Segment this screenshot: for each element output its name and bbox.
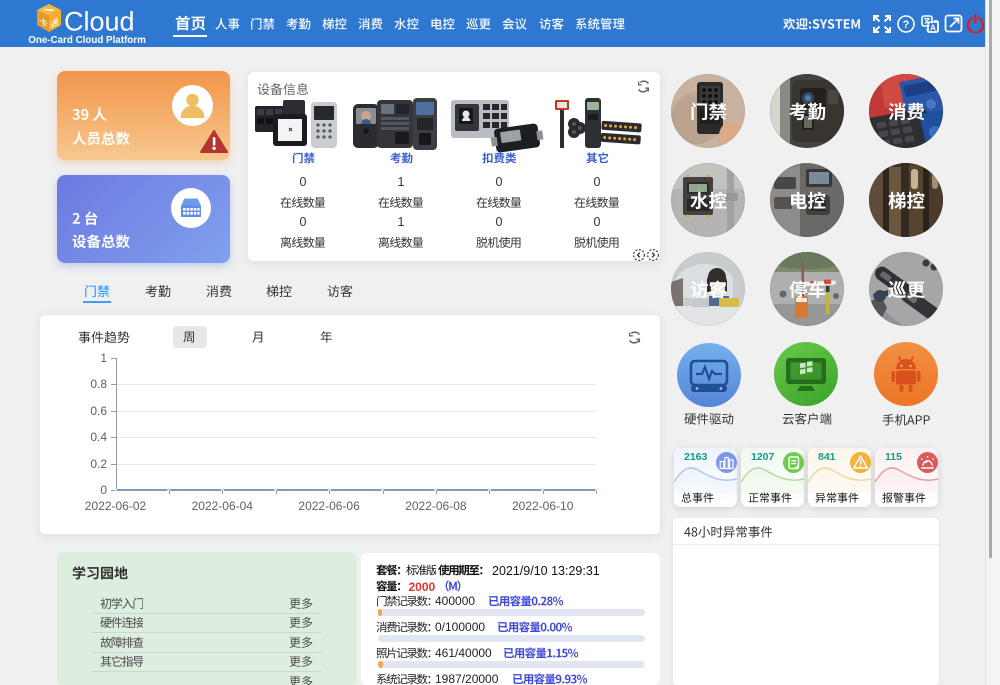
svg-text:?: ?	[903, 19, 910, 31]
svg-text:A: A	[930, 24, 936, 33]
